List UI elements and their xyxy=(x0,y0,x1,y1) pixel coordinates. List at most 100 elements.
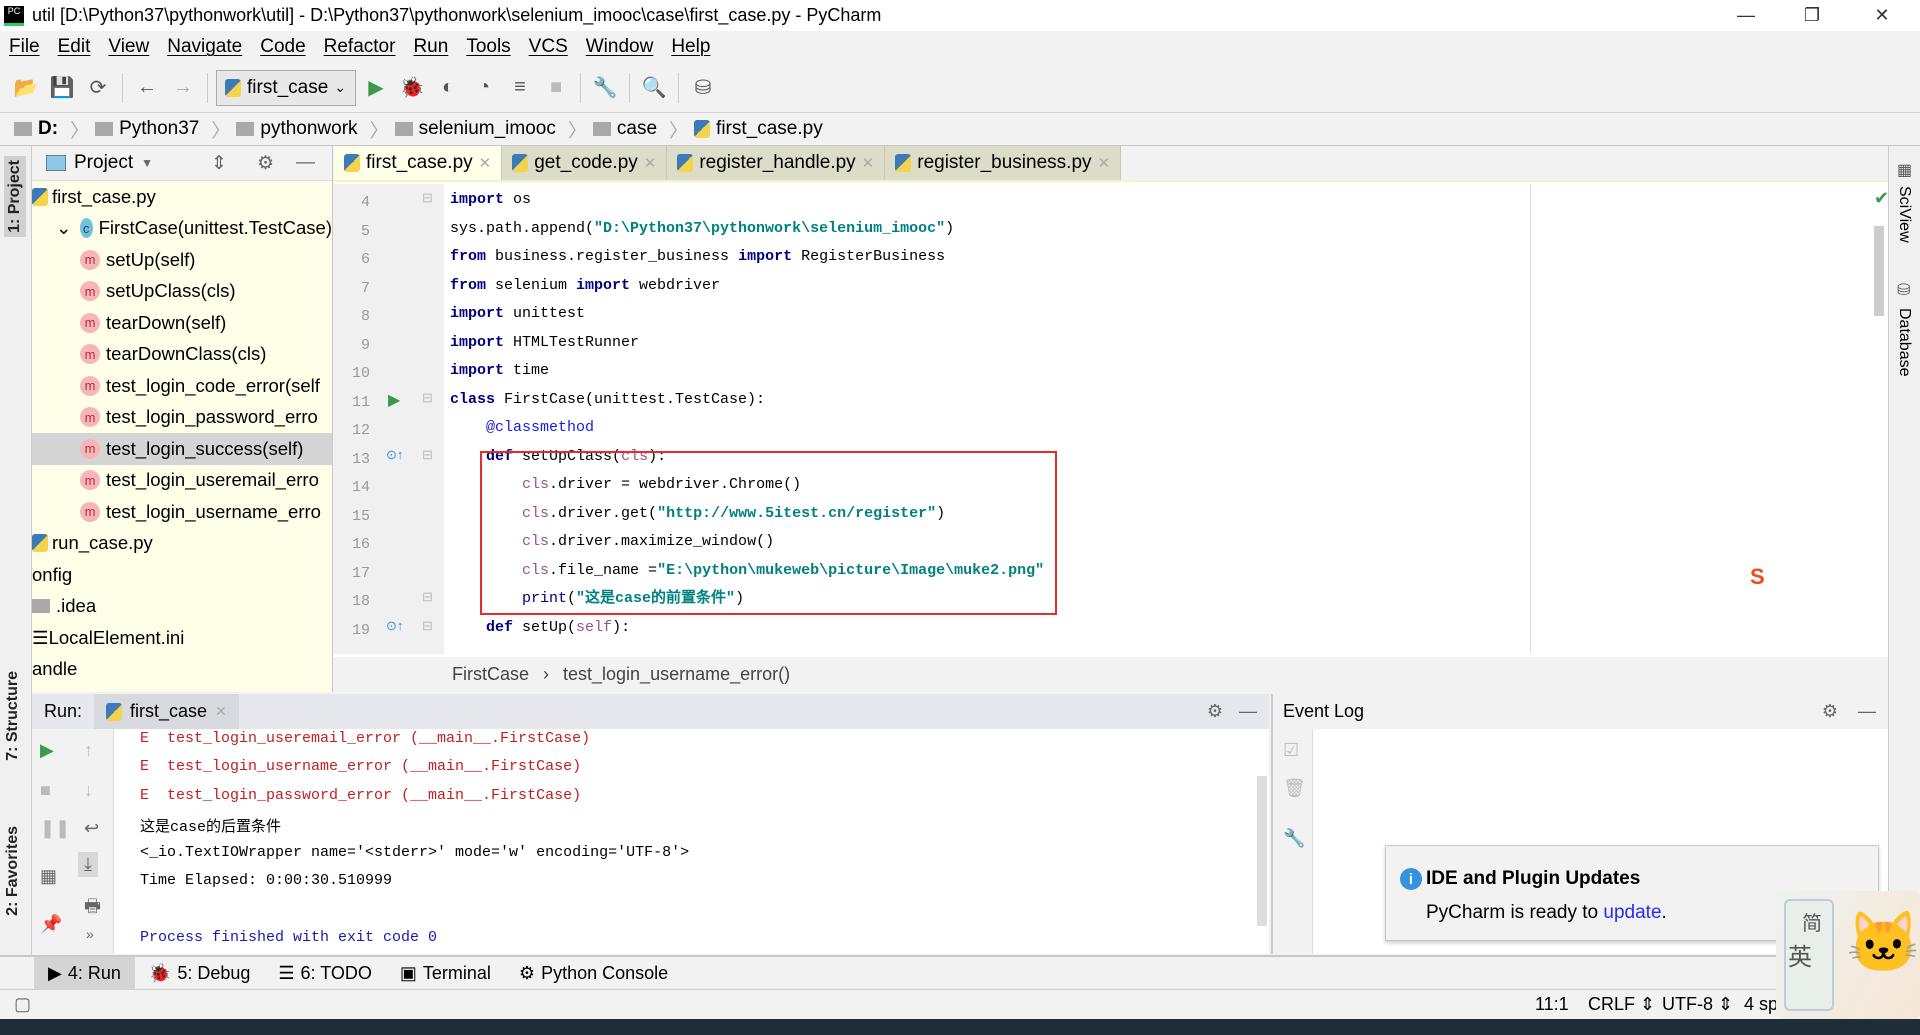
tree-item[interactable]: ⌄ c FirstCase(unittest.TestCase) xyxy=(32,213,332,245)
hide-icon[interactable]: — xyxy=(1858,701,1876,722)
close-icon[interactable]: ✕ xyxy=(644,154,657,172)
wrench-icon[interactable]: 🔧 xyxy=(589,72,621,104)
menu-file[interactable]: File xyxy=(0,36,49,58)
tree-item[interactable]: run_case.py xyxy=(32,528,332,560)
indent-setting[interactable]: 4 sp xyxy=(1744,994,1778,1015)
editor-crumb[interactable]: FirstCase xyxy=(452,664,529,685)
breadcrumb-item[interactable]: selenium_imooc xyxy=(394,118,556,140)
hide-icon[interactable]: — xyxy=(296,152,315,174)
override-gutter-icon[interactable]: ⊙↑ xyxy=(386,618,403,634)
pause-icon[interactable]: ❚❚ xyxy=(40,818,70,839)
forward-icon[interactable]: → xyxy=(167,72,199,104)
scroll-to-end-icon[interactable]: ⤓ xyxy=(78,852,98,877)
override-gutter-icon[interactable]: ⊙↑ xyxy=(386,447,403,463)
tree-item[interactable]: m setUp(self) xyxy=(32,244,332,276)
close-icon[interactable]: ✕ xyxy=(479,154,492,172)
profile-icon[interactable]: ◔ xyxy=(468,72,500,104)
concurrency-icon[interactable]: ≡ xyxy=(504,72,536,104)
tree-item[interactable]: m test_login_useremail_erro xyxy=(32,465,332,497)
minimize-button[interactable]: — xyxy=(1716,0,1776,31)
tab-first-case[interactable]: first_case ✕ xyxy=(94,694,239,729)
sync-icon[interactable]: ⟳ xyxy=(82,72,114,104)
tab-project[interactable]: 1: Project xyxy=(4,156,26,237)
debug-icon[interactable]: 🐞 xyxy=(396,72,428,104)
tree-item[interactable]: m test_login_password_erro xyxy=(32,402,332,434)
tree-item[interactable]: .idea xyxy=(32,591,332,623)
soft-wrap-icon[interactable]: ↩ xyxy=(84,818,99,839)
tree-item[interactable]: andle xyxy=(32,654,332,686)
open-folder-icon[interactable]: 📂 xyxy=(10,72,42,104)
breadcrumb-item[interactable]: first_case.py xyxy=(694,118,823,140)
save-icon[interactable]: 💾 xyxy=(46,72,78,104)
search-icon[interactable]: 🔍 xyxy=(638,72,670,104)
run-icon[interactable]: ▶ xyxy=(360,72,392,104)
restore-button[interactable]: ❐ xyxy=(1782,0,1842,31)
stop-icon[interactable]: ■ xyxy=(40,780,51,801)
hide-icon[interactable]: — xyxy=(1239,701,1257,722)
more-icon[interactable]: » xyxy=(86,926,94,942)
update-link[interactable]: update xyxy=(1603,902,1661,923)
tab-terminal[interactable]: ▣ Terminal xyxy=(386,957,505,990)
menu-run[interactable]: Run xyxy=(404,36,457,58)
ime-simplified[interactable]: 简 xyxy=(1802,907,1822,936)
console-scrollbar[interactable] xyxy=(1257,776,1267,926)
tree-item[interactable]: m test_login_code_error(self xyxy=(32,370,332,402)
tab-python-console[interactable]: ⚙ Python Console xyxy=(505,957,682,990)
menu-window[interactable]: Window xyxy=(577,36,663,58)
tab-sciview[interactable]: SciView xyxy=(1895,186,1913,243)
breadcrumb-item[interactable]: Python37 xyxy=(95,118,199,140)
close-icon[interactable]: ✕ xyxy=(215,703,227,720)
gear-icon[interactable]: ⚙ xyxy=(1822,701,1838,722)
vcs-icon[interactable]: ⛁ xyxy=(687,72,719,104)
menu-help[interactable]: Help xyxy=(662,36,719,58)
rerun-icon[interactable]: ▶ xyxy=(40,740,54,761)
stop-icon[interactable]: ■ xyxy=(540,72,572,104)
run-config-dropdown[interactable]: first_case ⌄ xyxy=(216,69,356,106)
menu-edit[interactable]: Edit xyxy=(49,36,100,58)
run-gutter-icon[interactable]: ▶ xyxy=(388,390,400,410)
wrench-icon[interactable]: 🔧 xyxy=(1283,828,1305,849)
editor-scrollbar[interactable] xyxy=(1874,226,1884,316)
back-icon[interactable]: ← xyxy=(131,72,163,104)
editor-crumb[interactable]: test_login_username_error() xyxy=(563,664,790,685)
menu-vcs[interactable]: VCS xyxy=(520,36,577,58)
close-button[interactable]: ✕ xyxy=(1852,0,1912,31)
tab-database[interactable]: Database xyxy=(1895,308,1913,377)
tree-item[interactable]: ☰ LocalElement.ini xyxy=(32,622,332,654)
pin-icon[interactable]: 📌 xyxy=(40,914,62,935)
menu-view[interactable]: View xyxy=(99,36,158,58)
breadcrumb-item[interactable]: case xyxy=(592,118,657,140)
collapse-all-icon[interactable]: ⇕ xyxy=(211,152,227,175)
fold-icon[interactable]: ⊟ xyxy=(422,447,433,463)
print-icon[interactable]: 🖶 xyxy=(84,894,101,924)
fold-icon[interactable]: ⊟ xyxy=(422,618,433,634)
line-separator[interactable]: CRLF ⇕ xyxy=(1588,994,1655,1015)
close-icon[interactable]: ✕ xyxy=(862,154,875,172)
chevron-down-icon[interactable]: ▼ xyxy=(141,156,153,170)
tab-structure[interactable]: 7: Structure xyxy=(4,671,22,761)
tree-item[interactable]: first_case.py xyxy=(32,181,332,213)
tree-item[interactable]: m tearDownClass(cls) xyxy=(32,339,332,371)
tree-item[interactable]: m test_login_success(self) xyxy=(32,433,332,465)
tab-debug[interactable]: 🐞 5: Debug xyxy=(135,957,264,990)
file-encoding[interactable]: UTF-8 ⇕ xyxy=(1662,994,1733,1015)
editor-tab[interactable]: get_code.py ✕ xyxy=(502,146,668,180)
layout-icon[interactable]: ▦ xyxy=(40,866,57,887)
ime-english[interactable]: 英 xyxy=(1788,937,1812,972)
editor-tab[interactable]: first_case.py ✕ xyxy=(334,146,503,180)
tree-item[interactable]: onfig xyxy=(32,559,332,591)
fold-icon[interactable]: ⊟ xyxy=(422,190,433,206)
gear-icon[interactable]: ⚙ xyxy=(1207,701,1223,722)
menu-navigate[interactable]: Navigate xyxy=(158,36,251,58)
menu-code[interactable]: Code xyxy=(251,36,314,58)
tree-item[interactable]: m setUpClass(cls) xyxy=(32,276,332,308)
ime-widget[interactable]: 简 英 🐱 xyxy=(1776,891,1920,1019)
close-icon[interactable]: ✕ xyxy=(1098,154,1111,172)
trash-icon[interactable]: 🗑 xyxy=(1283,778,1306,799)
fold-icon[interactable]: ⊟ xyxy=(422,390,433,406)
tab-todo[interactable]: ☰ 6: TODO xyxy=(264,957,386,990)
gear-icon[interactable]: ⚙ xyxy=(257,152,274,175)
tab-favorites[interactable]: 2: Favorites xyxy=(4,826,22,916)
coverage-icon[interactable]: ◐ xyxy=(432,72,464,104)
breadcrumb-item[interactable]: pythonwork xyxy=(236,118,358,140)
